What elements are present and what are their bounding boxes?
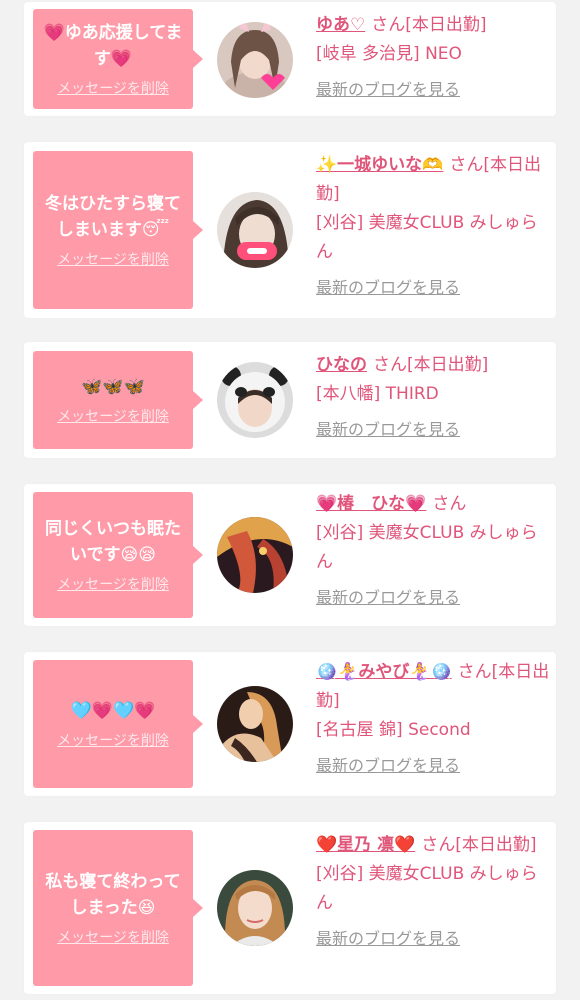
honorific: さん bbox=[371, 15, 406, 35]
area-shop: [刈谷] 美魔女CLUB みしゅらん bbox=[316, 864, 538, 913]
delete-message-link[interactable]: メッセージを削除 bbox=[57, 249, 169, 269]
delete-message-link[interactable]: メッセージを削除 bbox=[57, 78, 169, 98]
message-bubble: 同じくいつも眠たいです😪😪 メッセージを削除 bbox=[33, 492, 203, 618]
cast-info: ゆあ♡ さん[本日出勤] [岐阜 多治見] NEO 最新のブログを見る bbox=[316, 11, 552, 105]
honorific: さん bbox=[457, 662, 492, 682]
message-text: 私も寝て終わってしまった😆 bbox=[45, 872, 181, 918]
girl-photo-icon bbox=[217, 192, 293, 268]
girl-photo-icon bbox=[217, 686, 293, 762]
list-item: 🩵💗🩵💗 メッセージを削除 🪩🧜‍♀️みやび🧜‍♀️🪩 さん[本日出勤] [名古屋… bbox=[24, 652, 556, 796]
cast-info: ✨一城ゆいな🫶 さん[本日出勤] [刈谷] 美魔女CLUB みしゅらん 最新のブロ… bbox=[316, 151, 552, 303]
cast-name-link[interactable]: ✨一城ゆいな🫶 bbox=[316, 155, 443, 175]
list-item: 私も寝て終わってしまった😆 メッセージを削除 ❤️星乃 凛❤️ さん[本日出勤] … bbox=[24, 822, 556, 994]
blog-link[interactable]: 最新のブログを見る bbox=[316, 75, 460, 104]
delete-message-link[interactable]: メッセージを削除 bbox=[57, 730, 169, 750]
message-bubble: 🩵💗🩵💗 メッセージを削除 bbox=[33, 660, 203, 788]
avatar[interactable] bbox=[217, 362, 293, 438]
delete-message-link[interactable]: メッセージを削除 bbox=[57, 927, 169, 947]
delete-message-link[interactable]: メッセージを削除 bbox=[57, 406, 169, 426]
avatar[interactable] bbox=[217, 22, 293, 98]
message-bubble: 私も寝て終わってしまった😆 メッセージを削除 bbox=[33, 830, 203, 986]
list-item: 同じくいつも眠たいです😪😪 メッセージを削除 💗椿 ひな💗 さん [刈谷] 美魔女… bbox=[24, 484, 556, 626]
message-text: 冬はひたすら寝てしまいます😴 bbox=[45, 194, 181, 240]
list-item: 💗ゆあ応援してます💗 メッセージを削除 ゆあ♡ さん[本日出勤] [岐阜 多治見]… bbox=[24, 2, 556, 116]
girl-photo-icon bbox=[217, 517, 293, 593]
cast-name-link[interactable]: ❤️星乃 凛❤️ bbox=[316, 835, 415, 855]
blog-link[interactable]: 最新のブログを見る bbox=[316, 751, 460, 780]
girl-photo-icon bbox=[217, 22, 293, 98]
area-shop: [名古屋 錦] Second bbox=[316, 720, 471, 740]
message-bubble: 🦋🦋🦋 メッセージを削除 bbox=[33, 351, 203, 449]
area-shop: [岐阜 多治見] NEO bbox=[316, 44, 462, 64]
list-item: 🦋🦋🦋 メッセージを削除 ひなの さん[本日出勤] [本八幡] THIRD 最新の… bbox=[24, 342, 556, 458]
delete-message-link[interactable]: メッセージを削除 bbox=[57, 574, 169, 594]
honorific: さん bbox=[373, 355, 407, 375]
blog-link[interactable]: 最新のブログを見る bbox=[316, 415, 460, 444]
honorific: さん bbox=[449, 155, 484, 175]
cast-info: 🪩🧜‍♀️みやび🧜‍♀️🪩 さん[本日出勤] [名古屋 錦] Second 最新の… bbox=[316, 658, 552, 781]
area-shop: [本八幡] THIRD bbox=[316, 384, 439, 404]
girl-photo-icon bbox=[217, 870, 293, 946]
avatar[interactable] bbox=[217, 192, 293, 268]
avatar[interactable] bbox=[217, 517, 293, 593]
status-badge: [本日出勤] bbox=[405, 15, 487, 35]
cast-info: 💗椿 ひな💗 さん [刈谷] 美魔女CLUB みしゅらん 最新のブログを見る bbox=[316, 490, 552, 613]
avatar[interactable] bbox=[217, 686, 293, 762]
cast-name-link[interactable]: ゆあ♡ bbox=[316, 15, 365, 35]
message-text: 🩵💗🩵💗 bbox=[70, 701, 156, 721]
status-badge: [本日出勤] bbox=[407, 355, 489, 375]
cast-name-link[interactable]: 💗椿 ひな💗 bbox=[316, 494, 426, 514]
message-text: 同じくいつも眠たいです😪😪 bbox=[45, 519, 181, 565]
blog-link[interactable]: 最新のブログを見る bbox=[316, 924, 460, 953]
honorific: さん bbox=[432, 494, 467, 514]
list-item: 冬はひたすら寝てしまいます😴 メッセージを削除 ✨一城ゆいな🫶 さん[本日出勤] … bbox=[24, 142, 556, 318]
area-shop: [刈谷] 美魔女CLUB みしゅらん bbox=[316, 523, 538, 572]
cast-name-link[interactable]: ひなの bbox=[316, 355, 367, 375]
message-bubble: 💗ゆあ応援してます💗 メッセージを削除 bbox=[33, 9, 203, 109]
cast-name-link[interactable]: 🪩🧜‍♀️みやび🧜‍♀️🪩 bbox=[316, 662, 452, 682]
honorific: さん bbox=[421, 835, 456, 855]
blog-link[interactable]: 最新のブログを見る bbox=[316, 273, 460, 302]
blog-link[interactable]: 最新のブログを見る bbox=[316, 583, 460, 612]
cast-info: ❤️星乃 凛❤️ さん[本日出勤] [刈谷] 美魔女CLUB みしゅらん 最新のブ… bbox=[316, 831, 552, 954]
message-text: 🦋🦋🦋 bbox=[81, 377, 145, 397]
message-text: 💗ゆあ応援してます💗 bbox=[43, 23, 183, 69]
message-list: 💗ゆあ応援してます💗 メッセージを削除 ゆあ♡ さん[本日出勤] [岐阜 多治見]… bbox=[0, 0, 580, 1000]
panda-hood-photo-icon bbox=[217, 362, 293, 438]
message-bubble: 冬はひたすら寝てしまいます😴 メッセージを削除 bbox=[33, 151, 203, 309]
area-shop: [刈谷] 美魔女CLUB みしゅらん bbox=[316, 213, 538, 262]
cast-info: ひなの さん[本日出勤] [本八幡] THIRD 最新のブログを見る bbox=[316, 351, 552, 445]
status-badge: [本日出勤] bbox=[455, 835, 537, 855]
avatar[interactable] bbox=[217, 870, 293, 946]
